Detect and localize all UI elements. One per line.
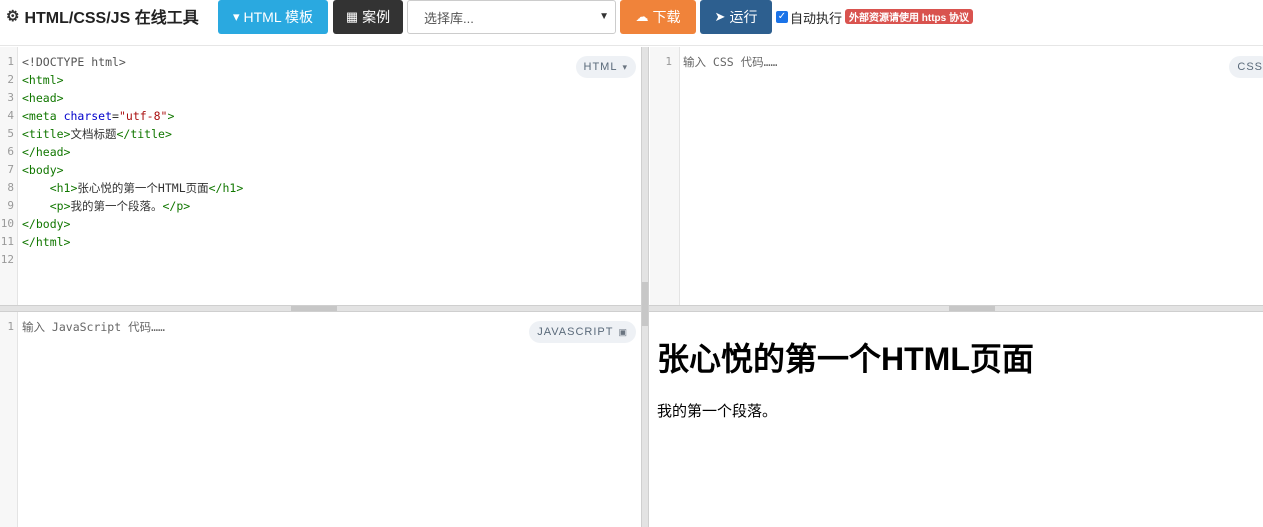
brand: ⚙ HTML/CSS/JS 在线工具 bbox=[6, 0, 199, 32]
download-label: 下载 bbox=[652, 9, 681, 25]
js-line-numbers: 1 bbox=[0, 318, 14, 336]
code-line[interactable] bbox=[22, 251, 243, 269]
right-horizontal-splitter[interactable] bbox=[649, 305, 1263, 312]
left-horizontal-splitter[interactable] bbox=[0, 305, 641, 312]
css-line-numbers: 1 bbox=[650, 53, 672, 71]
html5-icon: ▾ bbox=[622, 61, 628, 72]
code-line[interactable]: </html> bbox=[22, 233, 243, 251]
line-number: 4 bbox=[7, 109, 14, 122]
library-select[interactable]: 选择库... ▼ bbox=[407, 0, 616, 34]
brand-title: HTML/CSS/JS 在线工具 bbox=[24, 10, 199, 27]
right-splitter-grip[interactable] bbox=[949, 306, 995, 311]
code-line[interactable]: <h1>张心悦的第一个HTML页面</h1> bbox=[22, 179, 244, 197]
line-number: 5 bbox=[7, 127, 14, 140]
cases-button[interactable]: ▦ 案例 bbox=[333, 0, 403, 34]
code-line[interactable]: <meta charset="utf-8"> bbox=[22, 107, 243, 125]
preview-heading: 张心悦的第一个HTML页面 bbox=[657, 341, 1034, 377]
code-line[interactable]: <title>文档标题</title> bbox=[22, 125, 243, 143]
download-button[interactable]: ☁ 下载 bbox=[620, 0, 696, 34]
auto-run-checkbox[interactable]: ✓ bbox=[776, 11, 788, 23]
cloud-download-icon: ☁ bbox=[635, 9, 649, 24]
js-placeholder[interactable]: 输入 JavaScript 代码…… bbox=[22, 318, 165, 336]
line-number: 1 bbox=[665, 55, 672, 68]
line-number: 12 bbox=[0, 253, 14, 266]
cases-label: 案例 bbox=[362, 9, 391, 25]
html-gutter: 1 2 3 4 5 6 7 8 9 10 11 12 bbox=[0, 47, 18, 305]
html-pane-label-text: HTML bbox=[583, 61, 618, 73]
code-line[interactable]: <body> bbox=[22, 161, 243, 179]
line-number: 8 bbox=[7, 181, 14, 194]
code-line[interactable]: <head> bbox=[22, 89, 243, 107]
css-editor[interactable]: 1 输入 CSS 代码…… CSS bbox=[650, 47, 1263, 305]
html-template-button[interactable]: ▾ HTML 模板 bbox=[218, 0, 328, 34]
line-number: 1 bbox=[7, 320, 14, 333]
html-line-numbers: 1 2 3 4 5 6 7 8 9 10 11 12 bbox=[0, 53, 14, 269]
https-notice-badge: 外部资源请使用 https 协议 bbox=[845, 9, 973, 24]
code-line[interactable]: </body> bbox=[22, 215, 243, 233]
code-line[interactable]: </head> bbox=[22, 143, 243, 161]
line-number: 9 bbox=[7, 199, 14, 212]
line-number: 7 bbox=[7, 163, 14, 176]
line-number: 3 bbox=[7, 91, 14, 104]
auto-run-label: 自动执行 bbox=[790, 10, 843, 26]
library-select-value: 选择库... bbox=[424, 10, 474, 26]
gears-icon: ⚙ bbox=[6, 8, 20, 25]
line-number: 2 bbox=[7, 73, 14, 86]
preview-paragraph: 我的第一个段落。 bbox=[657, 403, 778, 420]
paper-plane-icon: ➤ bbox=[714, 9, 726, 24]
chevron-down-icon: ▼ bbox=[599, 11, 609, 22]
line-number: 11 bbox=[0, 235, 14, 248]
line-number: 1 bbox=[7, 55, 14, 68]
html-pane-label: HTML ▾ bbox=[575, 56, 636, 78]
toolbar: ⚙ HTML/CSS/JS 在线工具 ▾ HTML 模板 ▦ 案例 选择库...… bbox=[0, 0, 1263, 46]
html-editor[interactable]: 1 2 3 4 5 6 7 8 9 10 11 12 <!DOCTYPE html> <html> <he… bbox=[0, 47, 641, 305]
auto-run-toggle[interactable]: ✓ 自动执行 bbox=[776, 7, 842, 27]
table-icon: ▦ bbox=[345, 9, 359, 24]
run-label: 运行 bbox=[729, 9, 758, 25]
line-number: 6 bbox=[7, 145, 14, 158]
vertical-splitter[interactable] bbox=[641, 47, 649, 527]
left-splitter-grip[interactable] bbox=[291, 306, 337, 311]
html5-icon: ▾ bbox=[232, 9, 240, 24]
css-gutter: 1 bbox=[650, 47, 680, 305]
result-preview: 张心悦的第一个HTML页面 我的第一个段落。 bbox=[649, 312, 1263, 527]
code-line[interactable]: <html> bbox=[22, 71, 243, 89]
html-template-label: HTML 模板 bbox=[243, 9, 313, 25]
run-button[interactable]: ➤ 运行 bbox=[700, 0, 772, 34]
vertical-splitter-grip[interactable] bbox=[642, 282, 648, 326]
css-placeholder[interactable]: 输入 CSS 代码…… bbox=[683, 53, 777, 71]
js-pane-label-text: JAVASCRIPT bbox=[537, 326, 614, 338]
code-line[interactable]: <!DOCTYPE html> bbox=[22, 53, 243, 71]
html-code[interactable]: <!DOCTYPE html> <html> <head> <meta charset… bbox=[22, 53, 243, 269]
line-number: 10 bbox=[0, 217, 14, 230]
css-pane-label: CSS bbox=[1229, 56, 1263, 78]
css-pane-label-text: CSS bbox=[1237, 61, 1263, 73]
js-editor[interactable]: 1 输入 JavaScript 代码…… JAVASCRIPT ▣ bbox=[0, 312, 641, 527]
js-gutter: 1 bbox=[0, 312, 18, 527]
code-line[interactable]: <p>我的第一个段落。</p> bbox=[22, 197, 243, 215]
js-pane-label: JAVASCRIPT ▣ bbox=[529, 321, 636, 343]
js-icon: ▣ bbox=[618, 326, 628, 337]
